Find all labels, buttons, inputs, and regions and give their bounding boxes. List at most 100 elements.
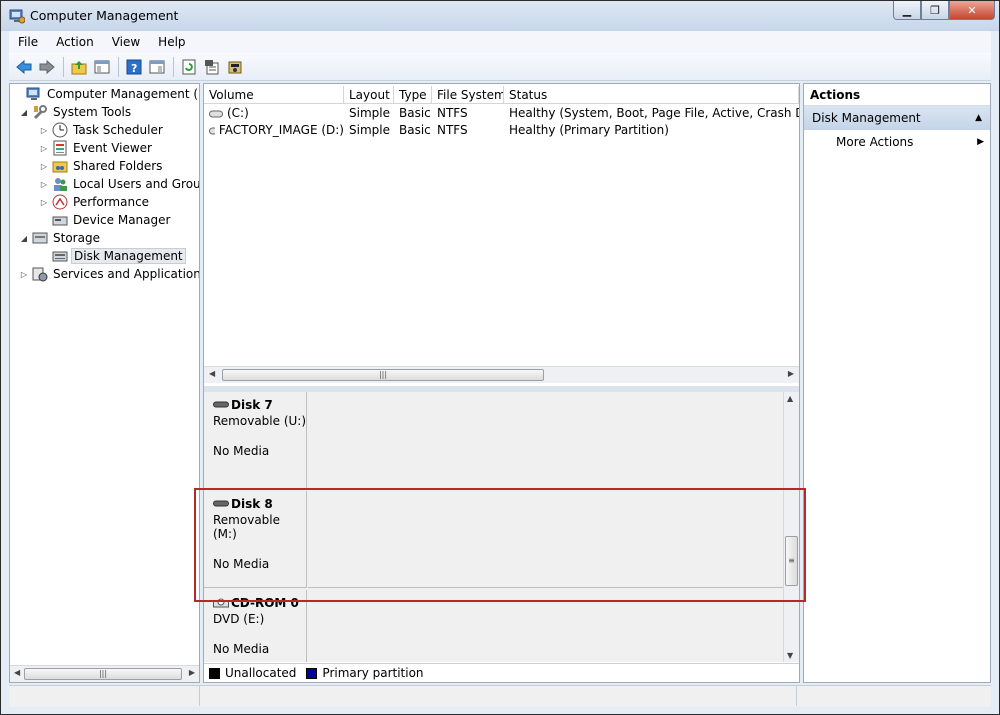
tree-item-label: Task Scheduler <box>73 123 163 137</box>
disk-media-status: No Media <box>213 642 270 656</box>
expand-icon[interactable]: ▷ <box>38 162 50 171</box>
column-header-status[interactable]: Status <box>504 86 799 104</box>
back-arrow-icon <box>16 59 32 74</box>
tree-item-label: Services and Applications <box>53 267 200 281</box>
expand-icon[interactable]: ▷ <box>18 270 30 279</box>
volume-list-horizontal-scrollbar[interactable]: ◀ ||| ▶ <box>204 366 799 383</box>
help-button[interactable]: ? <box>123 56 145 78</box>
cdrom-0-label[interactable]: CD-ROM 0 DVD (E:) No Media <box>204 590 307 662</box>
more-actions-item[interactable]: More Actions ▶ <box>804 130 990 154</box>
scroll-up-icon[interactable]: ▲ <box>787 394 793 403</box>
refresh-button[interactable] <box>178 56 200 78</box>
up-one-level-button[interactable] <box>68 56 90 78</box>
expand-icon[interactable]: ▷ <box>38 126 50 135</box>
tree-item-task-scheduler[interactable]: ▷ Task Scheduler <box>38 121 165 139</box>
local-users-icon <box>52 176 68 192</box>
scroll-thumb[interactable]: ||| <box>24 668 182 680</box>
tree-item-storage[interactable]: ◢ Storage <box>18 229 102 247</box>
primary-partition-swatch <box>306 667 318 679</box>
disk-8-partition-area[interactable] <box>308 491 783 588</box>
actions-section-disk-management[interactable]: Disk Management ▲ <box>804 106 990 130</box>
scroll-down-icon[interactable]: ▼ <box>787 651 793 660</box>
properties-button[interactable] <box>201 56 223 78</box>
toolbar: ? <box>9 53 991 81</box>
expand-icon[interactable]: ▷ <box>38 180 50 189</box>
tree-item-disk-management[interactable]: Disk Management <box>38 247 186 265</box>
forward-button[interactable] <box>36 56 58 78</box>
column-header-layout[interactable]: Layout <box>344 86 394 104</box>
volume-file-system: NTFS <box>437 106 468 120</box>
tree-item-services-and-applications[interactable]: ▷ Services and Applications <box>18 265 200 283</box>
disk-8-label[interactable]: Disk 8 Removable (M:) No Media <box>204 491 307 588</box>
computer-management-icon <box>9 8 26 24</box>
scroll-left-icon[interactable]: ◀ <box>14 668 20 677</box>
cdrom-0-partition-area[interactable] <box>308 590 783 662</box>
event-viewer-icon <box>52 140 68 156</box>
tree-item-label: Device Manager <box>73 213 171 227</box>
disk-name: Disk 7 <box>231 398 273 412</box>
properties-icon <box>205 59 219 74</box>
scroll-left-icon[interactable]: ◀ <box>209 369 215 378</box>
disk-management-pane: Volume Layout Type File System Status (C… <box>203 83 800 683</box>
collapse-icon[interactable]: ◢ <box>18 234 30 243</box>
tree-item-local-users-and-groups[interactable]: ▷ Local Users and Groups <box>38 175 199 193</box>
collapse-section-icon[interactable]: ▲ <box>975 106 982 130</box>
shared-folders-icon <box>52 158 68 174</box>
title-bar[interactable]: Computer Management ▁ ❐ ✕ <box>1 1 999 31</box>
collapse-icon[interactable]: ◢ <box>18 108 30 117</box>
volume-file-system: NTFS <box>437 123 468 137</box>
unallocated-swatch <box>209 667 220 679</box>
volume-row[interactable]: (C:) Simple Basic NTFS Healthy (System, … <box>204 105 799 122</box>
partition-legend: Unallocated Primary partition <box>204 663 799 682</box>
tree-item-shared-folders[interactable]: ▷ Shared Folders <box>38 157 164 175</box>
disk-7-partition-area[interactable] <box>308 392 783 489</box>
scroll-thumb[interactable]: ||| <box>222 369 544 381</box>
restore-icon: ❐ <box>930 3 940 17</box>
maximize-button[interactable]: ❐ <box>921 1 949 20</box>
show-hide-action-pane-button[interactable] <box>146 56 168 78</box>
status-pane-3 <box>797 686 987 706</box>
column-header-type[interactable]: Type <box>394 86 432 104</box>
tree-item-system-tools[interactable]: ◢ System Tools <box>18 103 133 121</box>
minimize-icon: ▁ <box>902 3 912 17</box>
removable-disk-icon <box>213 401 229 408</box>
device-manager-icon <box>52 212 68 228</box>
tree-item-performance[interactable]: ▷ Performance <box>38 193 151 211</box>
show-hide-console-tree-button[interactable] <box>91 56 113 78</box>
expand-icon[interactable]: ▷ <box>38 144 50 153</box>
disk-view-vertical-scrollbar[interactable]: ▲ ≡ ▼ <box>783 392 799 662</box>
disk-media-status: No Media <box>213 444 270 458</box>
disk-settings-button[interactable] <box>224 56 246 78</box>
volume-list-header: Volume Layout Type File System Status <box>204 86 799 104</box>
volume-row[interactable]: FACTORY_IMAGE (D:) Simple Basic NTFS Hea… <box>204 122 799 139</box>
expand-icon[interactable]: ▷ <box>38 198 50 207</box>
task-scheduler-icon <box>52 122 68 138</box>
tree-item-event-viewer[interactable]: ▷ Event Viewer <box>38 139 154 157</box>
help-icon: ? <box>126 59 142 75</box>
tree-item-device-manager[interactable]: Device Manager <box>38 211 172 229</box>
back-button[interactable] <box>13 56 35 78</box>
minimize-button[interactable]: ▁ <box>893 1 921 20</box>
column-header-file-system[interactable]: File System <box>432 86 504 104</box>
scroll-right-icon[interactable]: ▶ <box>788 369 794 378</box>
scroll-right-icon[interactable]: ▶ <box>189 668 195 677</box>
menu-file[interactable]: File <box>9 35 47 49</box>
console-tree: Computer Management (Local ◢ System Tool… <box>9 83 200 683</box>
disk-7-label[interactable]: Disk 7 Removable (U:) No Media <box>204 392 307 489</box>
scroll-thumb[interactable]: ≡ <box>785 536 798 586</box>
close-button[interactable]: ✕ <box>949 1 995 20</box>
menu-help[interactable]: Help <box>149 35 194 49</box>
volume-name-cell: FACTORY_IMAGE (D:) <box>204 122 344 139</box>
system-tools-icon <box>32 104 48 120</box>
column-header-volume[interactable]: Volume <box>204 86 344 104</box>
legend-primary-partition: Primary partition <box>322 666 424 680</box>
window-title: Computer Management <box>30 8 179 23</box>
tree-horizontal-scrollbar[interactable]: ◀ ||| ▶ <box>10 665 199 682</box>
volume-name: (C:) <box>227 106 249 120</box>
menu-view[interactable]: View <box>103 35 149 49</box>
volume-layout: Simple <box>349 106 390 120</box>
computer-management-icon <box>26 86 42 102</box>
menu-action[interactable]: Action <box>47 35 103 49</box>
legend-unallocated: Unallocated <box>225 666 297 680</box>
tree-item-computer-management[interactable]: Computer Management (Local <box>12 85 199 103</box>
